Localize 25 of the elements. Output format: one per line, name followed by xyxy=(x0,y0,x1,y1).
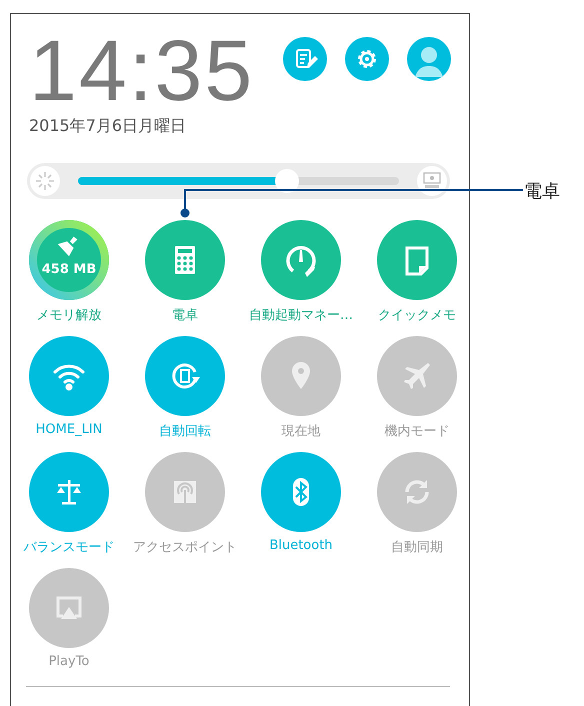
quick-setting-label: 自動回転 xyxy=(159,423,211,440)
quick-setting-label: クイックメモ xyxy=(378,307,456,324)
quick-setting-button[interactable]: 458 MB xyxy=(29,220,109,300)
settings-icon[interactable] xyxy=(345,37,389,81)
quick-setting-label: 機内モード xyxy=(384,423,450,440)
edit-icon[interactable] xyxy=(283,37,327,81)
quick-setting-label: 現在地 xyxy=(282,423,320,440)
callout-label: 電卓 xyxy=(524,180,560,203)
avatar-icon[interactable] xyxy=(407,37,451,81)
quick-setting-label: 自動同期 xyxy=(391,539,443,556)
quick-setting-label: アクセスポイント xyxy=(133,539,237,556)
quick-setting-label: PlayTo xyxy=(48,654,90,671)
quick-setting-label: 電卓 xyxy=(172,307,198,324)
brightness-slider[interactable] xyxy=(78,169,399,193)
brightness-icon xyxy=(30,166,60,196)
quick-setting-label: Bluetooth xyxy=(269,538,333,555)
clock-date: 2015年7月6日月曜日 xyxy=(29,116,188,137)
quick-setting-label: バランスモード xyxy=(24,539,114,556)
quick-setting-label: HOME_LIN xyxy=(36,422,102,439)
quick-setting-label: 自動起動マネー… xyxy=(249,307,353,324)
auto-brightness-icon[interactable] xyxy=(417,166,447,196)
quick-setting-label: メモリ解放 xyxy=(36,307,102,324)
clock-time: 14:35 xyxy=(29,28,254,114)
memory-reading: 458 MB xyxy=(40,262,98,277)
slider-thumb[interactable] xyxy=(274,169,299,193)
